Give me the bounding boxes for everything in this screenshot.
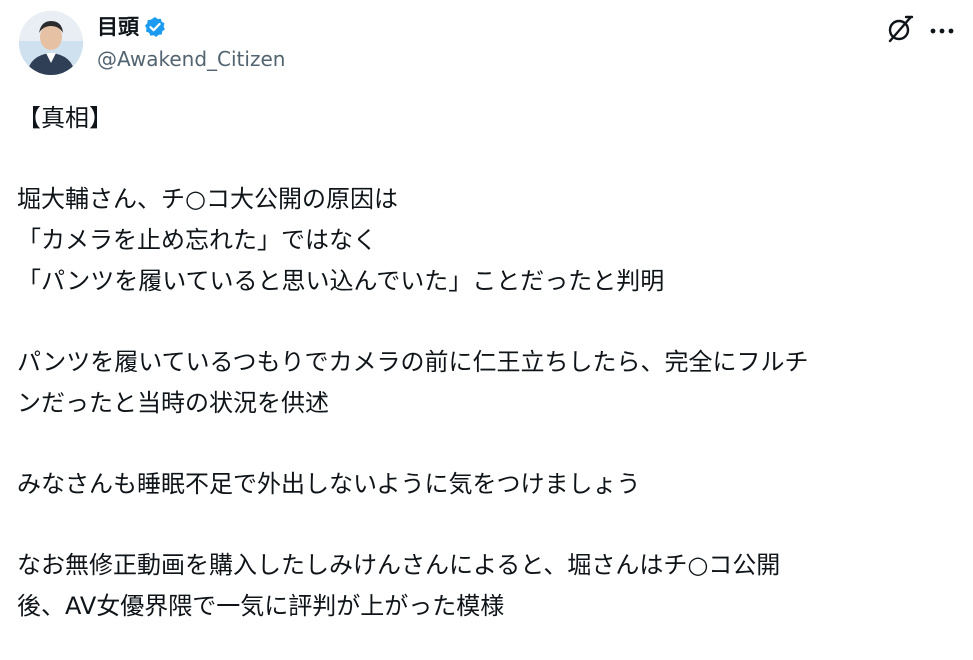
tweet-line: パンツを履いているつもりでカメラの前に仁王立ちしたら、完全にフルチ: [17, 348, 809, 376]
tweet-line: みなさんも睡眠不足で外出しないように気をつけましょう: [17, 470, 641, 498]
tweet-line: 【真相】: [17, 104, 113, 132]
grok-icon[interactable]: [885, 14, 915, 44]
tweet-line: 後、AV女優界隈で一気に評判が上がった模様: [17, 592, 505, 620]
display-name-row: 目頭: [97, 12, 285, 42]
author-info: 目頭 @Awakend_Citizen: [97, 12, 285, 74]
tweet-line: 「カメラを止め忘れた」ではなく: [17, 226, 377, 254]
author-handle[interactable]: @Awakend_Citizen: [97, 44, 285, 74]
tweet-line: なお無修正動画を購入したしみけんさんによると、堀さんはチ○コ公開: [17, 551, 781, 579]
avatar[interactable]: [19, 11, 83, 75]
tweet-text: 【真相】 堀大輔さん、チ○コ大公開の原因は 「カメラを止め忘れた」ではなく 「パ…: [17, 98, 947, 627]
tweet-header: 目頭 @Awakend_Citizen: [16, 8, 957, 78]
verified-badge-icon: [144, 16, 166, 38]
tweet-line: 堀大輔さん、チ○コ大公開の原因は: [17, 185, 398, 213]
more-options-icon[interactable]: [927, 14, 957, 44]
display-name[interactable]: 目頭: [97, 12, 139, 42]
tweet-line: 「パンツを履いていると思い込んでいた」ことだったと判明: [17, 267, 665, 295]
tweet-line: ンだったと当時の状況を供述: [17, 389, 329, 417]
